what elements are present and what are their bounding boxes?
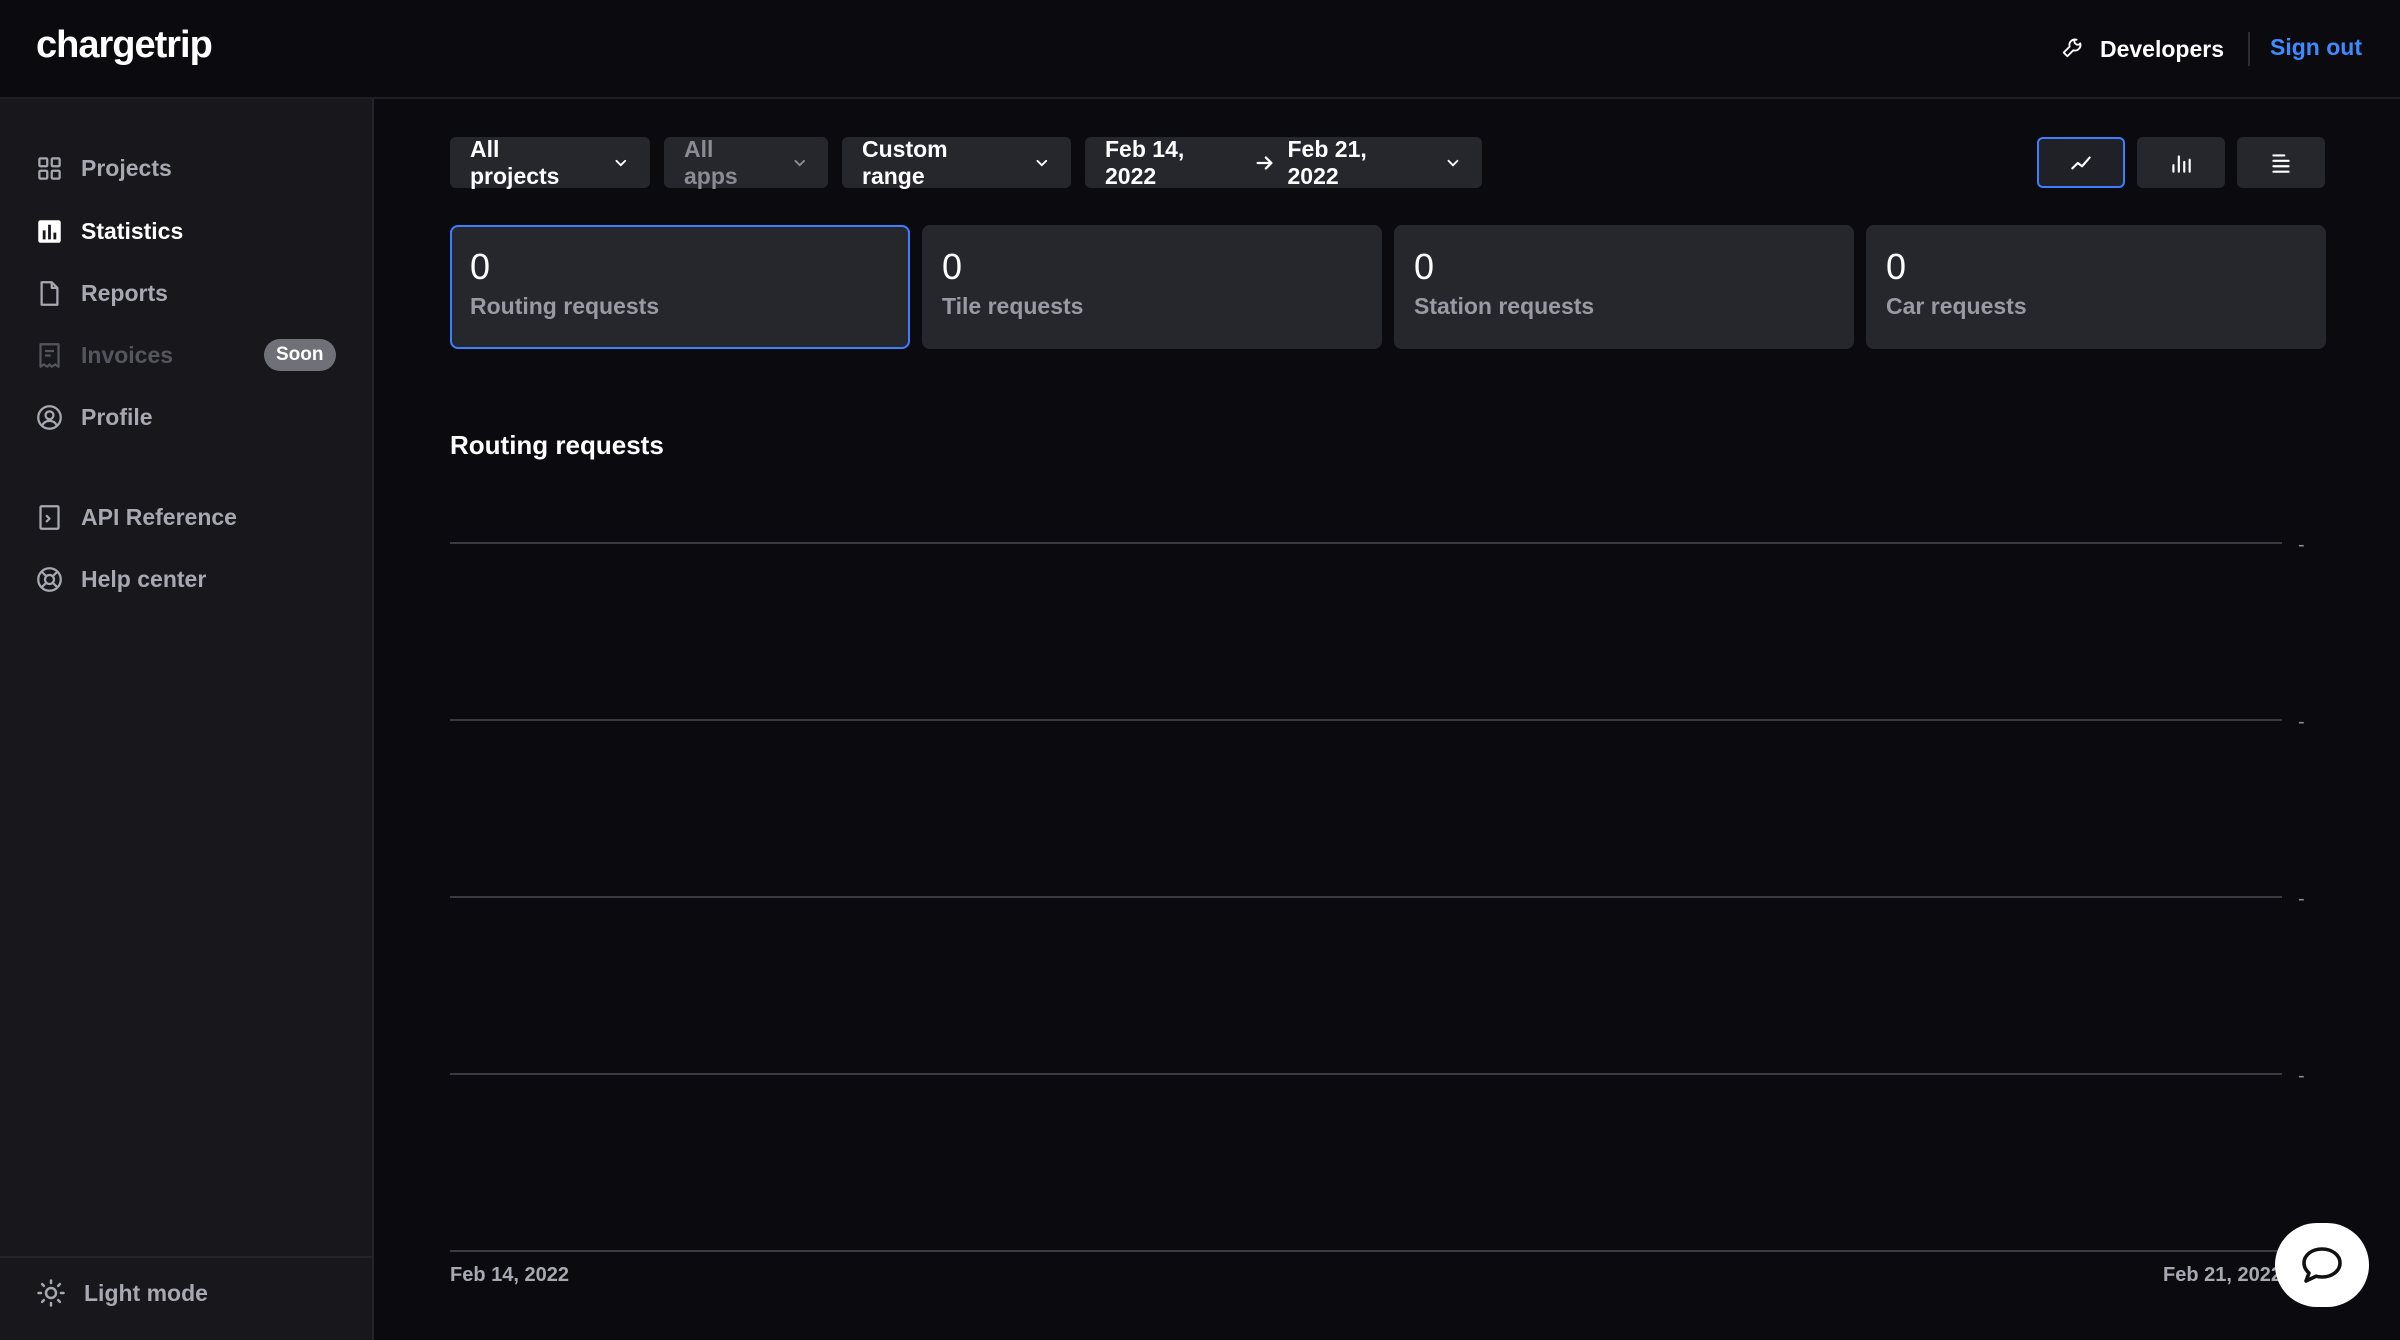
sign-out-link[interactable]: Sign out	[2270, 34, 2362, 61]
sidebar-item-statistics[interactable]: Statistics	[36, 211, 336, 251]
wrench-icon	[2062, 38, 2082, 58]
x-tick-label: Feb 14, 2022	[450, 1264, 569, 1286]
sidebar-item-label: Reports	[81, 279, 168, 306]
range-dropdown[interactable]: Custom range	[842, 135, 1071, 189]
y-tick-label: -	[2298, 534, 2305, 556]
sidebar-item-label: Profile	[81, 403, 153, 430]
sidebar-item-api-reference[interactable]: API Reference	[36, 497, 336, 537]
stat-label: Routing requests	[470, 293, 660, 319]
developers-label: Developers	[2099, 35, 2224, 62]
sidebar-item-label: Help center	[81, 565, 207, 592]
light-mode-toggle[interactable]: Light mode	[36, 1278, 208, 1308]
date-from: Feb 14, 2022	[1105, 135, 1185, 189]
line-chart-view-button[interactable]	[2037, 137, 2125, 188]
bar-chart-icon	[2172, 154, 2191, 173]
chevron-down-icon	[794, 159, 805, 166]
sidebar-item-label: Projects	[81, 154, 172, 181]
projects-dropdown[interactable]: All projects	[450, 135, 650, 189]
stat-value: 0	[470, 246, 491, 287]
stat-card-car[interactable]: 0 Car requests	[1866, 225, 2326, 349]
logo[interactable]: chargetrip	[36, 24, 213, 67]
stat-value: 0	[1886, 246, 1907, 287]
lifebuoy-icon	[37, 566, 62, 592]
grid-icon	[38, 156, 61, 180]
stat-label: Tile requests	[942, 293, 1084, 319]
sidebar-item-profile[interactable]: Profile	[36, 397, 336, 437]
list-view-button[interactable]	[2237, 137, 2325, 188]
sidebar-item-label: Statistics	[81, 217, 184, 244]
sun-icon	[37, 1279, 65, 1307]
receipt-icon	[39, 342, 60, 368]
chat-bubble-icon	[2302, 1247, 2342, 1283]
sidebar: Projects Statistics Reports Invoices Soo…	[0, 99, 374, 1340]
bar-chart-icon	[38, 219, 61, 243]
y-tick-label: -	[2298, 1065, 2305, 1087]
sidebar-footer: Light mode	[0, 1256, 372, 1340]
developers-link[interactable]: Developers	[2060, 30, 2224, 68]
sidebar-item-reports[interactable]: Reports	[36, 273, 336, 313]
sidebar-item-invoices: Invoices Soon	[36, 335, 336, 375]
sidebar-item-label: Invoices	[81, 341, 174, 368]
stat-label: Car requests	[1886, 293, 2027, 319]
bar-chart-view-button[interactable]	[2137, 137, 2225, 188]
header-divider	[2248, 32, 2250, 66]
chevron-down-icon	[615, 159, 627, 166]
stat-card-tile[interactable]: 0 Tile requests	[922, 225, 1382, 349]
top-bar: chargetrip Developers Sign out	[0, 0, 2400, 99]
soon-badge: Soon	[264, 339, 336, 371]
stat-value: 0	[942, 246, 963, 287]
apps-dropdown-value: All apps	[684, 135, 738, 189]
stat-card-station[interactable]: 0 Station requests	[1394, 225, 1854, 349]
date-to: Feb 21, 2022	[1287, 135, 1367, 189]
stat-label: Station requests	[1414, 293, 1595, 319]
document-icon	[40, 280, 59, 306]
chevron-down-icon	[1036, 159, 1048, 167]
user-circle-icon	[37, 404, 62, 430]
stat-value: 0	[1414, 246, 1435, 287]
x-tick-label: Feb 21, 2022	[2163, 1264, 2282, 1286]
chevron-down-icon	[1447, 159, 1459, 167]
sidebar-item-projects[interactable]: Projects	[36, 148, 336, 188]
projects-dropdown-value: All projects	[470, 135, 560, 189]
chat-button[interactable]	[2275, 1223, 2369, 1307]
line-chart-icon	[2071, 156, 2091, 169]
y-tick-label: -	[2298, 711, 2305, 733]
apps-dropdown[interactable]: All apps	[664, 135, 828, 189]
list-icon	[2272, 153, 2290, 173]
sidebar-item-help-center[interactable]: Help center	[36, 559, 336, 599]
routing-requests-chart: - - - - Feb 14, 2022 Feb 21, 2022	[450, 534, 2305, 1286]
arrow-right-icon	[1256, 155, 1273, 170]
y-tick-label: -	[2298, 888, 2305, 910]
range-dropdown-value: Custom range	[862, 135, 948, 189]
chart-title: Routing requests	[450, 430, 664, 460]
date-range-picker[interactable]: Feb 14, 2022 Feb 21, 2022	[1085, 135, 1482, 189]
sidebar-item-label: API Reference	[81, 503, 237, 530]
light-mode-label: Light mode	[84, 1279, 208, 1306]
stat-card-routing[interactable]: 0 Routing requests	[450, 225, 910, 349]
terminal-icon	[39, 504, 60, 530]
